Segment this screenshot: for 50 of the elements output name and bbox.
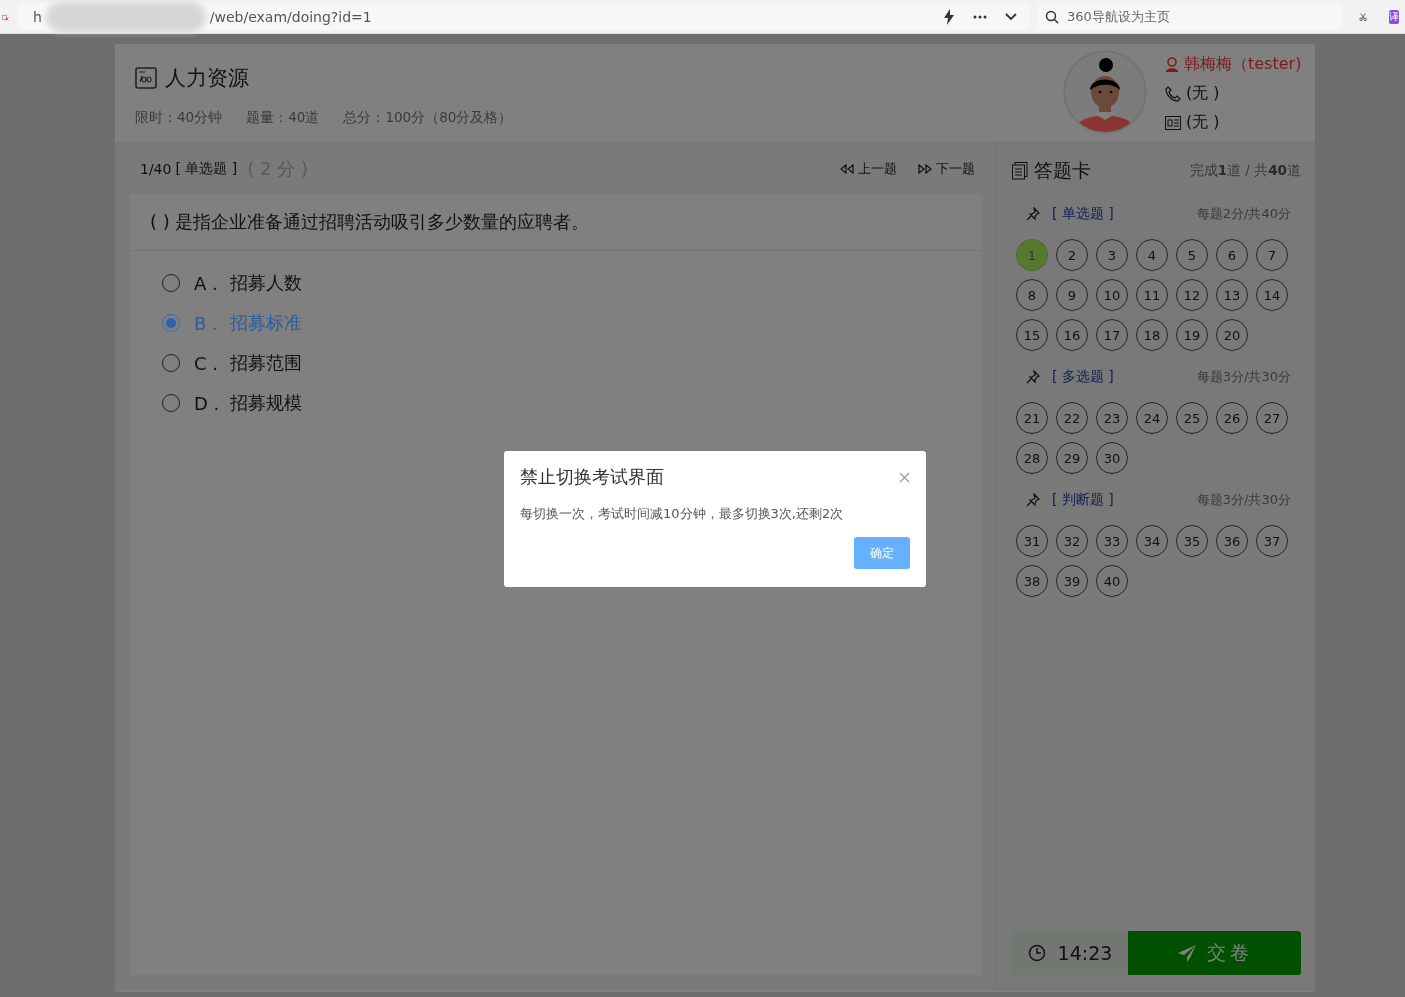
previous-icon bbox=[839, 163, 855, 174]
answer-card-icon bbox=[1012, 162, 1028, 180]
submit-button[interactable]: 交卷 bbox=[1128, 931, 1301, 975]
address-bar[interactable]: h /web/exam/doing?id=1 bbox=[16, 3, 1029, 30]
exam-paper-icon bbox=[135, 67, 157, 89]
section-title: [ 单选题 ] bbox=[1052, 205, 1114, 223]
search-field[interactable]: 360导航设为主页 bbox=[1036, 3, 1343, 30]
more-icon[interactable] bbox=[972, 14, 987, 19]
user-id-number: (无 ) bbox=[1186, 112, 1220, 133]
close-icon[interactable] bbox=[899, 471, 910, 483]
paper-plane-icon bbox=[1176, 944, 1197, 962]
chevron-down-icon[interactable] bbox=[1004, 12, 1017, 21]
url-text: /web/exam/doing?id=1 bbox=[209, 8, 372, 25]
url-text: h bbox=[32, 8, 42, 25]
question-counter: 1/40 bbox=[140, 160, 172, 177]
answer-option[interactable]: A . 招募人数 bbox=[162, 263, 981, 303]
exam-info: 限时：40分钟 bbox=[135, 109, 223, 127]
user-icon bbox=[1165, 57, 1179, 72]
section-title: [ 多选题 ] bbox=[1052, 368, 1114, 386]
phone-icon bbox=[1165, 85, 1181, 102]
answer-option[interactable]: C . 招募范围 bbox=[162, 343, 981, 383]
exam-title: 人力资源 bbox=[165, 65, 249, 92]
pin-icon bbox=[1026, 207, 1040, 221]
user-phone: (无 ) bbox=[1186, 83, 1220, 104]
dialog-message: 每切换一次，考试时间减10分钟，最多切换3次,还剩2次 bbox=[520, 505, 845, 523]
section-scoring: 每题3分/共30分 bbox=[1196, 368, 1291, 386]
pin-icon bbox=[1026, 493, 1040, 507]
id-card-icon bbox=[1165, 115, 1181, 130]
exam-info: 总分：100分（80分及格） bbox=[343, 109, 513, 127]
timer-text: 14:23 bbox=[1057, 942, 1113, 964]
section-title: [ 判断题 ] bbox=[1052, 491, 1114, 509]
answer-option[interactable]: D . 招募规模 bbox=[162, 383, 981, 423]
section-scoring: 每题2分/共40分 bbox=[1196, 205, 1291, 223]
pin-icon bbox=[1026, 370, 1040, 384]
lightning-icon[interactable] bbox=[942, 8, 955, 25]
answer-card-title: 答题卡 bbox=[1034, 158, 1091, 183]
completion-status: 完成1道 / 共40道 bbox=[1189, 162, 1301, 180]
exam-info: 题量：40道 bbox=[246, 109, 320, 127]
translate-button[interactable]: 译 bbox=[1389, 9, 1399, 24]
clock-icon bbox=[1027, 944, 1046, 962]
question-type: [ 单选题 ] bbox=[175, 159, 238, 178]
search-placeholder: 360导航设为主页 bbox=[1066, 7, 1170, 26]
next-icon bbox=[917, 163, 933, 174]
question-number[interactable]: 1 bbox=[1016, 239, 1048, 271]
question-text: ( ) 是指企业准备通过招聘活动吸引多少数量的应聘者。 bbox=[130, 194, 981, 251]
section-scoring: 每题3分/共30分 bbox=[1196, 491, 1291, 509]
dialog-title: 禁止切换考试界面 bbox=[520, 465, 664, 489]
user-name: 韩梅梅（tester) bbox=[1184, 54, 1302, 75]
search-icon bbox=[1044, 9, 1059, 24]
confirm-button[interactable]: 确定 bbox=[854, 537, 910, 569]
